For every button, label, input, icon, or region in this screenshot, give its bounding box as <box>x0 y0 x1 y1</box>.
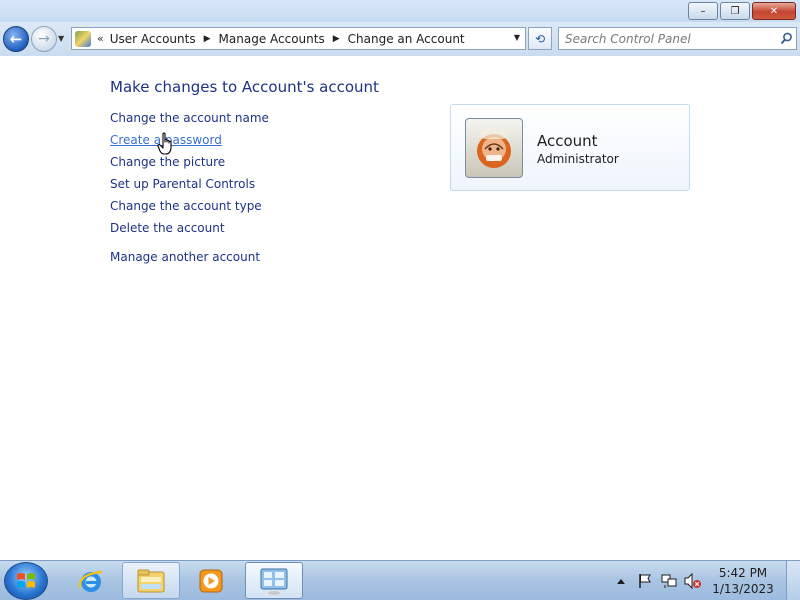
account-card: Account Administrator <box>450 104 690 191</box>
account-type: Administrator <box>537 152 619 166</box>
windows-logo-icon <box>17 573 35 588</box>
hand-cursor-icon <box>157 132 172 155</box>
delete-account-link[interactable]: Delete the account <box>110 220 269 242</box>
taskbar-control-panel[interactable] <box>245 562 303 599</box>
window-controls: – ❐ ✕ <box>688 2 796 20</box>
forward-button[interactable]: → <box>31 26 57 52</box>
change-account-type-link[interactable]: Change the account type <box>110 198 269 220</box>
page-title: Make changes to Account's account <box>110 78 379 96</box>
clock-time: 5:42 PM <box>718 566 768 580</box>
network-icon[interactable] <box>660 572 678 590</box>
taskbar-media-player[interactable] <box>182 562 240 599</box>
taskbar-windows-explorer[interactable] <box>122 562 180 599</box>
close-button[interactable]: ✕ <box>752 2 796 20</box>
breadcrumb-user-accounts[interactable]: User Accounts <box>110 32 196 46</box>
taskbar: 5:42 PM 1/13/2023 <box>0 560 800 600</box>
show-hidden-icons-icon[interactable] <box>612 572 630 590</box>
search-icon[interactable] <box>776 32 796 45</box>
main-content: Make changes to Account's account Change… <box>0 56 800 560</box>
task-list: Change the account name Create a passwor… <box>110 110 269 271</box>
address-dropdown-icon[interactable]: ▼ <box>514 33 520 42</box>
address-bar[interactable]: « User Accounts ▶ Manage Accounts ▶ Chan… <box>71 27 526 50</box>
start-button[interactable] <box>4 562 48 600</box>
breadcrumb-separator-icon[interactable]: ▶ <box>204 34 211 44</box>
internet-explorer-icon <box>78 570 103 592</box>
breadcrumb-manage-accounts[interactable]: Manage Accounts <box>219 32 325 46</box>
minimize-button[interactable]: – <box>688 2 718 20</box>
create-password-link[interactable]: Create a password <box>110 132 269 154</box>
refresh-button[interactable]: ⟲ <box>528 27 552 50</box>
back-button[interactable]: ← <box>3 26 29 52</box>
show-desktop-button[interactable] <box>786 561 800 600</box>
media-player-icon <box>199 569 223 592</box>
breadcrumb-change-an-account[interactable]: Change an Account <box>348 32 465 46</box>
change-picture-link[interactable]: Change the picture <box>110 154 269 176</box>
user-picture-icon[interactable] <box>465 118 523 178</box>
back-arrow-icon: ← <box>9 30 23 48</box>
notification-area: 5:42 PM 1/13/2023 <box>612 561 800 600</box>
change-account-name-link[interactable]: Change the account name <box>110 110 269 132</box>
search-input[interactable] <box>559 28 776 49</box>
recent-pages-dropdown[interactable]: ▼ <box>58 34 64 43</box>
forward-arrow-icon: → <box>38 31 50 47</box>
control-panel-icon <box>75 30 91 47</box>
parental-controls-link[interactable]: Set up Parental Controls <box>110 176 269 198</box>
account-name: Account <box>537 132 598 150</box>
manage-another-account-link[interactable]: Manage another account <box>110 249 269 271</box>
refresh-icon: ⟲ <box>534 31 546 46</box>
clock-date: 1/13/2023 <box>712 582 774 596</box>
windows-explorer-icon <box>137 569 165 592</box>
overflow-chevron-icon[interactable]: « <box>97 32 104 45</box>
navigation-bar: ← → ▼ « User Accounts ▶ Manage Accounts … <box>0 22 800 56</box>
taskbar-internet-explorer[interactable] <box>62 562 120 599</box>
control-panel-icon <box>260 568 288 595</box>
breadcrumb-separator-icon[interactable]: ▶ <box>333 34 340 44</box>
volume-muted-icon[interactable] <box>684 572 702 590</box>
action-center-flag-icon[interactable] <box>636 572 654 590</box>
system-clock[interactable]: 5:42 PM 1/13/2023 <box>708 565 778 597</box>
maximize-button[interactable]: ❐ <box>720 2 750 20</box>
search-box <box>558 27 797 50</box>
